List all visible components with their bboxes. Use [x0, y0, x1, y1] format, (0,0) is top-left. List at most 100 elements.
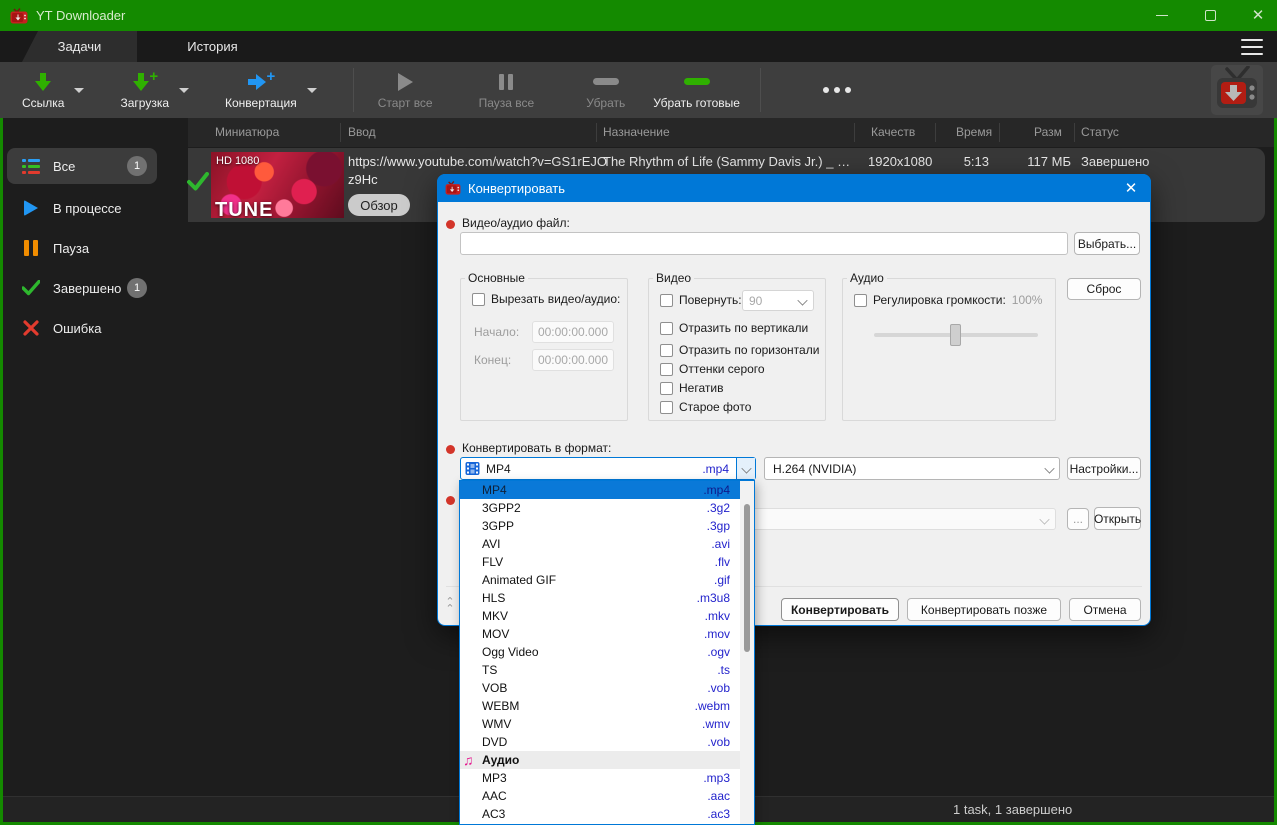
- download-plus-icon: +: [131, 71, 158, 93]
- music-note-icon: ♫: [463, 752, 474, 768]
- more-actions-button[interactable]: [817, 64, 857, 116]
- size-cell: 117 МБ: [1008, 154, 1071, 169]
- format-option[interactable]: 3GPP.3gp: [460, 517, 754, 535]
- app-logo-button[interactable]: [1211, 65, 1263, 115]
- rotate-select[interactable]: 90: [742, 290, 814, 311]
- convert-confirm-button[interactable]: Конвертировать: [781, 598, 899, 621]
- scrollbar-thumb[interactable]: [744, 504, 750, 652]
- negative-checkbox[interactable]: Негатив: [660, 381, 723, 395]
- file-input[interactable]: [460, 232, 1068, 255]
- format-option[interactable]: HLS.m3u8: [460, 589, 754, 607]
- format-option[interactable]: DVD.vob: [460, 733, 754, 751]
- old-photo-checkbox[interactable]: Старое фото: [660, 400, 751, 414]
- pause-icon: [21, 239, 41, 257]
- download-dropdown-icon[interactable]: [179, 88, 189, 93]
- pause-all-icon: [499, 71, 513, 93]
- checkbox-icon: [660, 322, 673, 335]
- column-time[interactable]: Время: [956, 125, 992, 139]
- quality-cell: 1920x1080: [868, 154, 932, 169]
- menu-icon[interactable]: [1239, 38, 1265, 56]
- sidebar-item-completed[interactable]: Завершено 1: [7, 270, 157, 306]
- dialog-close-icon[interactable]: ✕: [1121, 178, 1141, 198]
- open-folder-button[interactable]: Открыть: [1094, 507, 1141, 530]
- collapse-dialog-icon[interactable]: ⌃⌃: [442, 599, 458, 613]
- start-label: Начало:: [474, 325, 519, 339]
- sidebar-item-error[interactable]: Ошибка: [7, 310, 157, 346]
- codec-settings-button[interactable]: Настройки...: [1067, 457, 1141, 480]
- format-option[interactable]: VOB.vob: [460, 679, 754, 697]
- format-option[interactable]: TS.ts: [460, 661, 754, 679]
- format-option[interactable]: MP3.mp3: [460, 769, 754, 787]
- grayscale-checkbox[interactable]: Оттенки серого: [660, 362, 765, 376]
- convert-dropdown-icon[interactable]: [307, 88, 317, 93]
- flip-horizontal-checkbox[interactable]: Отразить по горизонтали: [660, 343, 819, 357]
- column-size[interactable]: Разм: [1034, 125, 1062, 139]
- row-status-check-icon: [187, 172, 209, 192]
- sidebar-item-in-progress[interactable]: В процессе: [7, 190, 157, 226]
- table-header: Миниатюра Ввод Назначение Качеств Время …: [188, 118, 1274, 147]
- app-logo-icon: [10, 8, 28, 24]
- format-label: Конвертировать в формат:: [462, 441, 611, 455]
- column-destination[interactable]: Назначение: [603, 125, 670, 139]
- codec-selected: H.264 (NVIDIA): [773, 462, 856, 476]
- start-all-button[interactable]: Старт все: [372, 64, 439, 116]
- browse-folder-button[interactable]: ...: [1067, 508, 1089, 530]
- column-quality[interactable]: Качеств: [871, 125, 915, 139]
- sidebar: Все 1 В процессе Пауза Завершено 1 Ошибк…: [3, 118, 188, 794]
- format-ext: .mp4: [702, 462, 729, 476]
- format-option[interactable]: AAC.aac: [460, 787, 754, 805]
- app-window: YT Downloader ✕ Задачи История Ссылка: [0, 0, 1277, 825]
- minimize-button[interactable]: [1151, 5, 1173, 27]
- convert-button[interactable]: + Конвертация: [219, 64, 303, 116]
- dropdown-scrollbar[interactable]: [740, 481, 754, 825]
- end-time-input[interactable]: 00:00:00.000: [532, 349, 614, 371]
- format-option[interactable]: 3GPP2.3g2: [460, 499, 754, 517]
- rotate-checkbox[interactable]: Повернуть:: [660, 293, 742, 307]
- format-option[interactable]: MP4.mp4: [460, 481, 754, 499]
- flip-vertical-checkbox[interactable]: Отразить по вертикали: [660, 321, 808, 335]
- add-link-button[interactable]: Ссылка: [16, 64, 70, 116]
- format-option[interactable]: WEBM.webm: [460, 697, 754, 715]
- ellipsis-icon: [823, 87, 851, 93]
- checkbox-icon: [660, 363, 673, 376]
- review-button[interactable]: Обзор: [348, 194, 410, 216]
- remove-button[interactable]: Убрать: [580, 64, 631, 116]
- maximize-button[interactable]: [1199, 5, 1221, 27]
- checkbox-icon: [660, 401, 673, 414]
- add-download-button[interactable]: + Загрузка: [114, 64, 175, 116]
- format-option[interactable]: FLV.flv: [460, 553, 754, 571]
- start-time-input[interactable]: 00:00:00.000: [532, 321, 614, 343]
- format-option[interactable]: MOV.mov: [460, 625, 754, 643]
- cut-checkbox[interactable]: Вырезать видео/аудио:: [472, 292, 620, 306]
- column-thumbnail[interactable]: Миниатюра: [215, 125, 279, 139]
- tab-tasks[interactable]: Задачи: [22, 31, 137, 62]
- volume-checkbox[interactable]: Регулировка громкости: 100%: [854, 293, 1042, 307]
- sidebar-item-paused[interactable]: Пауза: [7, 230, 157, 266]
- column-input[interactable]: Ввод: [348, 125, 376, 139]
- link-dropdown-icon[interactable]: [74, 88, 84, 93]
- volume-slider-thumb[interactable]: [950, 324, 961, 346]
- dialog-logo-icon: [445, 181, 461, 195]
- reset-button[interactable]: Сброс: [1067, 278, 1141, 300]
- codec-combobox[interactable]: H.264 (NVIDIA): [764, 457, 1060, 480]
- cancel-button[interactable]: Отмена: [1069, 598, 1141, 621]
- format-dropdown-list: MP4.mp43GPP2.3g23GPP.3gpAVI.aviFLV.flvAn…: [459, 480, 755, 825]
- column-status[interactable]: Статус: [1081, 125, 1119, 139]
- format-option[interactable]: MKV.mkv: [460, 607, 754, 625]
- remove-done-button[interactable]: Убрать готовые: [647, 64, 746, 116]
- format-combobox[interactable]: MP4 .mp4: [460, 457, 756, 480]
- convert-later-button[interactable]: Конвертировать позже: [907, 598, 1061, 621]
- format-option[interactable]: Animated GIF.gif: [460, 571, 754, 589]
- format-option[interactable]: AVI.avi: [460, 535, 754, 553]
- format-option[interactable]: Ogg Video.ogv: [460, 643, 754, 661]
- checkbox-icon: [472, 293, 485, 306]
- time-cell: 5:13: [928, 154, 989, 169]
- format-option[interactable]: AC3.ac3: [460, 805, 754, 823]
- choose-file-button[interactable]: Выбрать...: [1074, 232, 1140, 255]
- sidebar-item-all[interactable]: Все 1: [7, 148, 157, 184]
- format-options-container: MP4.mp43GPP2.3g23GPP.3gpAVI.aviFLV.flvAn…: [460, 481, 754, 823]
- format-option[interactable]: WMV.wmv: [460, 715, 754, 733]
- tab-history[interactable]: История: [160, 31, 265, 62]
- close-button[interactable]: ✕: [1247, 5, 1269, 27]
- pause-all-button[interactable]: Пауза все: [473, 64, 541, 116]
